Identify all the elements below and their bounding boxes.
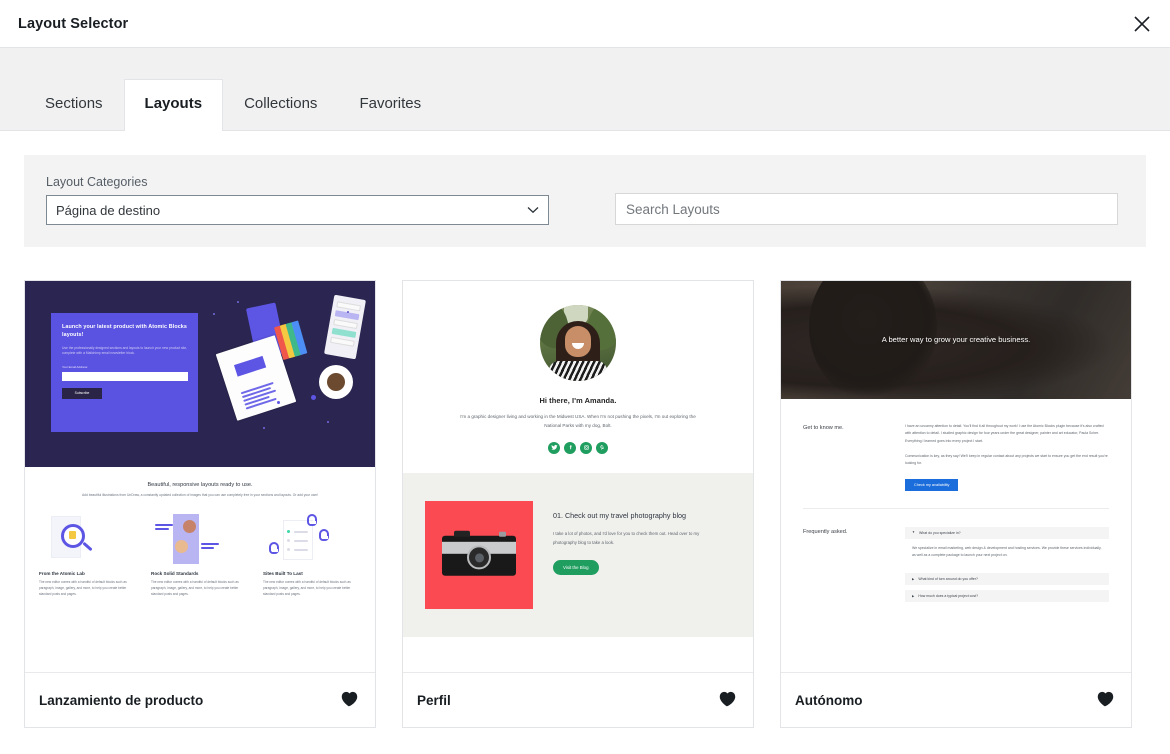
tab-favorites[interactable]: Favorites	[338, 79, 442, 131]
thumb-faq-label: Frequently asked.	[803, 528, 848, 535]
favorite-button[interactable]	[715, 688, 739, 712]
thumb-hero-paragraph: Use the professionally designed sections…	[62, 345, 187, 356]
divider	[803, 507, 1109, 509]
category-filter-group: Layout Categories Página de destino	[46, 175, 549, 225]
thumb-blog-text: 01. Check out my travel photography blog…	[553, 501, 708, 575]
thumb-blog-heading: 01. Check out my travel photography blog	[553, 510, 687, 520]
thumb-about-label: Get to know me.	[803, 425, 844, 431]
thumb-feature-heading: Rock Solid Standards	[151, 570, 199, 576]
thumb-about-section: Get to know me. I have an uncanny attent…	[803, 423, 1109, 491]
thumb-about-button: Check my availability	[905, 478, 959, 491]
layouts-grid: Launch your latest product with Atomic B…	[24, 280, 1146, 728]
close-icon	[1132, 14, 1152, 34]
thumb-blog-paragraph: I take a lot of photos, and I'd love for…	[553, 531, 700, 546]
thumb-feature-heading: From the Atomic Lab	[39, 570, 85, 576]
tab-sections[interactable]: Sections	[24, 79, 124, 131]
magnifier-icon	[39, 512, 137, 566]
layout-thumbnail: Hi there, I'm Amanda. I'm a graphic desi…	[403, 281, 753, 673]
thumb-feature-text: The new editor comes with a handful of d…	[151, 579, 239, 596]
thumb-faq-item: ▶ How much does a typical project cost?	[905, 590, 1109, 603]
thumb-faq-item: ▶ What kind of turn around do you offer?	[905, 573, 1109, 586]
camera-photo	[425, 500, 533, 609]
caret-down-icon: ▼	[912, 530, 915, 535]
thumb-blog-button: Visit the Blog	[553, 559, 599, 575]
thumb-profile-section: Hi there, I'm Amanda. I'm a graphic desi…	[403, 281, 753, 473]
thumb-profile-paragraph: I'm a graphic designer living and workin…	[460, 414, 696, 428]
pinterest-icon	[596, 441, 608, 454]
heart-icon	[340, 690, 359, 710]
tab-bar: Sections Layouts Collections Favorites	[0, 48, 1170, 131]
layout-card-perfil[interactable]: Hi there, I'm Amanda. I'm a graphic desi…	[402, 280, 754, 728]
layout-thumbnail: A better way to grow your creative busin…	[781, 281, 1131, 673]
close-button[interactable]	[1124, 6, 1160, 42]
thumb-hero-illustration	[207, 294, 367, 453]
thumb-faq-item: ▼ What do you specialize in? We speciali…	[905, 526, 1109, 568]
thumb-faq-section: Frequently asked. ▼ What do you speciali…	[803, 526, 1109, 603]
chat-icon	[151, 512, 249, 566]
tab-collections[interactable]: Collections	[223, 79, 338, 131]
instagram-icon	[580, 441, 592, 454]
thumb-feature-column: Sites Built To Last The new editor comes…	[263, 512, 361, 598]
thumb-feature-columns: From the Atomic Lab The new editor comes…	[39, 512, 361, 598]
favorite-button[interactable]	[1093, 688, 1117, 712]
thumb-blog-section: 01. Check out my travel photography blog…	[403, 472, 753, 637]
twitter-icon	[548, 441, 560, 454]
thumb-lower-paragraph: Add beautiful illustrations from UnDraw,…	[81, 493, 319, 497]
caret-right-icon: ▶	[912, 576, 915, 581]
thumb-hero-section: Launch your latest product with Atomic B…	[25, 281, 375, 467]
thumb-hero-email-input	[62, 371, 188, 381]
thumb-about-paragraph-2: Communication is key, as they say! We'll…	[905, 454, 1108, 466]
thumb-lower-section: Beautiful, responsive layouts ready to u…	[25, 467, 375, 598]
thumb-hero-field-label: Your Email Address:	[62, 364, 88, 369]
thumb-social-links	[403, 441, 753, 454]
thumb-feature-text: The new editor comes with a handful of d…	[263, 579, 351, 596]
page-title: Layout Selector	[18, 15, 129, 32]
tab-layouts[interactable]: Layouts	[123, 79, 224, 131]
thumb-faq-question: How much does a typical project cost?	[918, 594, 979, 599]
modal-header: Layout Selector	[0, 0, 1170, 48]
search-filter-group	[615, 193, 1118, 225]
layout-card-title: Autónomo	[795, 692, 863, 708]
heart-icon	[1096, 690, 1115, 710]
thumb-hero-heading: A better way to grow your creative busin…	[881, 335, 1031, 345]
thumb-about-paragraph-1: I have an uncanny attention to detail. Y…	[905, 424, 1104, 443]
card-footer: Perfil	[403, 673, 753, 727]
checklist-icon	[263, 512, 361, 566]
card-footer: Lanzamiento de producto	[25, 673, 375, 727]
thumb-feature-text: The new editor comes with a handful of d…	[39, 579, 127, 596]
thumb-hero-subscribe-button: Subscribe	[62, 387, 102, 399]
thumb-faq-answer: We specialize in email marketing, web de…	[912, 545, 1102, 557]
heart-icon	[718, 690, 737, 710]
layout-card-autonomo[interactable]: A better way to grow your creative busin…	[780, 280, 1132, 728]
thumb-faq-question: What do you specialize in?	[918, 530, 961, 535]
thumb-feature-heading: Sites Built To Last	[263, 570, 303, 576]
card-footer: Autónomo	[781, 673, 1131, 727]
layout-card-title: Lanzamiento de producto	[39, 692, 204, 708]
layout-card-lanzamiento-de-producto[interactable]: Launch your latest product with Atomic B…	[24, 280, 376, 728]
filter-panel: Layout Categories Página de destino	[24, 155, 1146, 247]
thumb-hero-heading: Launch your latest product with Atomic B…	[62, 324, 188, 338]
layout-card-title: Perfil	[417, 692, 451, 708]
thumb-hero-section: A better way to grow your creative busin…	[781, 281, 1131, 399]
favorite-button[interactable]	[337, 688, 361, 712]
thumb-profile-heading: Hi there, I'm Amanda.	[539, 396, 617, 405]
thumb-hero-card: Launch your latest product with Atomic B…	[51, 313, 198, 432]
thumb-lower-heading: Beautiful, responsive layouts ready to u…	[147, 482, 253, 488]
facebook-icon	[564, 441, 576, 454]
avatar	[540, 305, 616, 381]
caret-right-icon: ▶	[912, 593, 915, 598]
thumb-faq-question: What kind of turn around do you offer?	[918, 577, 978, 582]
category-filter-label: Layout Categories	[46, 175, 148, 189]
search-input[interactable]	[615, 193, 1118, 225]
thumb-feature-column: From the Atomic Lab The new editor comes…	[39, 512, 137, 598]
thumb-feature-column: Rock Solid Standards The new editor come…	[151, 512, 249, 598]
layout-category-select[interactable]: Página de destino	[46, 195, 549, 225]
thumb-body: Get to know me. I have an uncanny attent…	[781, 399, 1131, 603]
layout-thumbnail: Launch your latest product with Atomic B…	[25, 281, 375, 673]
modal-body: Layout Categories Página de destino Laun…	[0, 131, 1170, 753]
